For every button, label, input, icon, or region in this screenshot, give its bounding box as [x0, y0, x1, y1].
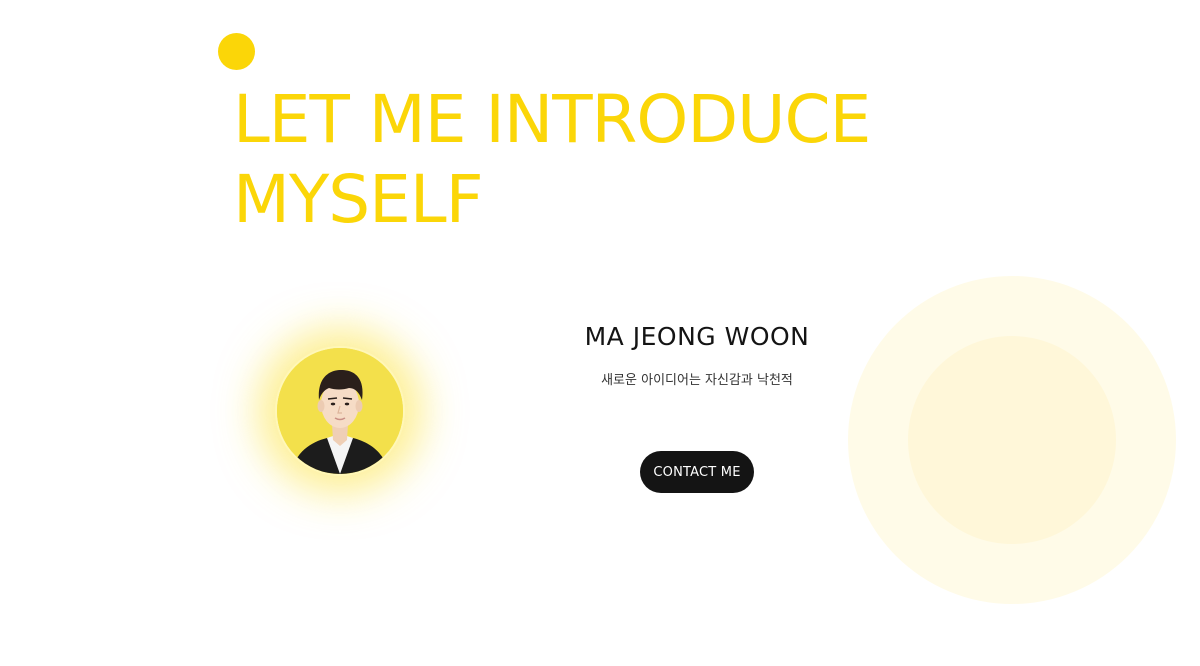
contact-me-button[interactable]: CONTACT ME: [640, 451, 754, 493]
intro-section: LET ME INTRODUCE MYSELF MA JEONG WOON 새로…: [0, 0, 1200, 666]
avatar: [275, 346, 405, 476]
profile-tagline: 새로운 아이디어는 자신감과 낙천적: [601, 373, 793, 388]
profile-name: MA JEONG WOON: [584, 322, 810, 351]
title-line-2: MYSELF: [233, 161, 484, 238]
accent-dot: [218, 33, 255, 70]
page-title: LET ME INTRODUCE MYSELF: [233, 80, 871, 240]
title-line-1: LET ME INTRODUCE: [233, 81, 871, 158]
decorative-circle-inner: [908, 336, 1116, 544]
avatar-photo-icon: [277, 348, 403, 474]
